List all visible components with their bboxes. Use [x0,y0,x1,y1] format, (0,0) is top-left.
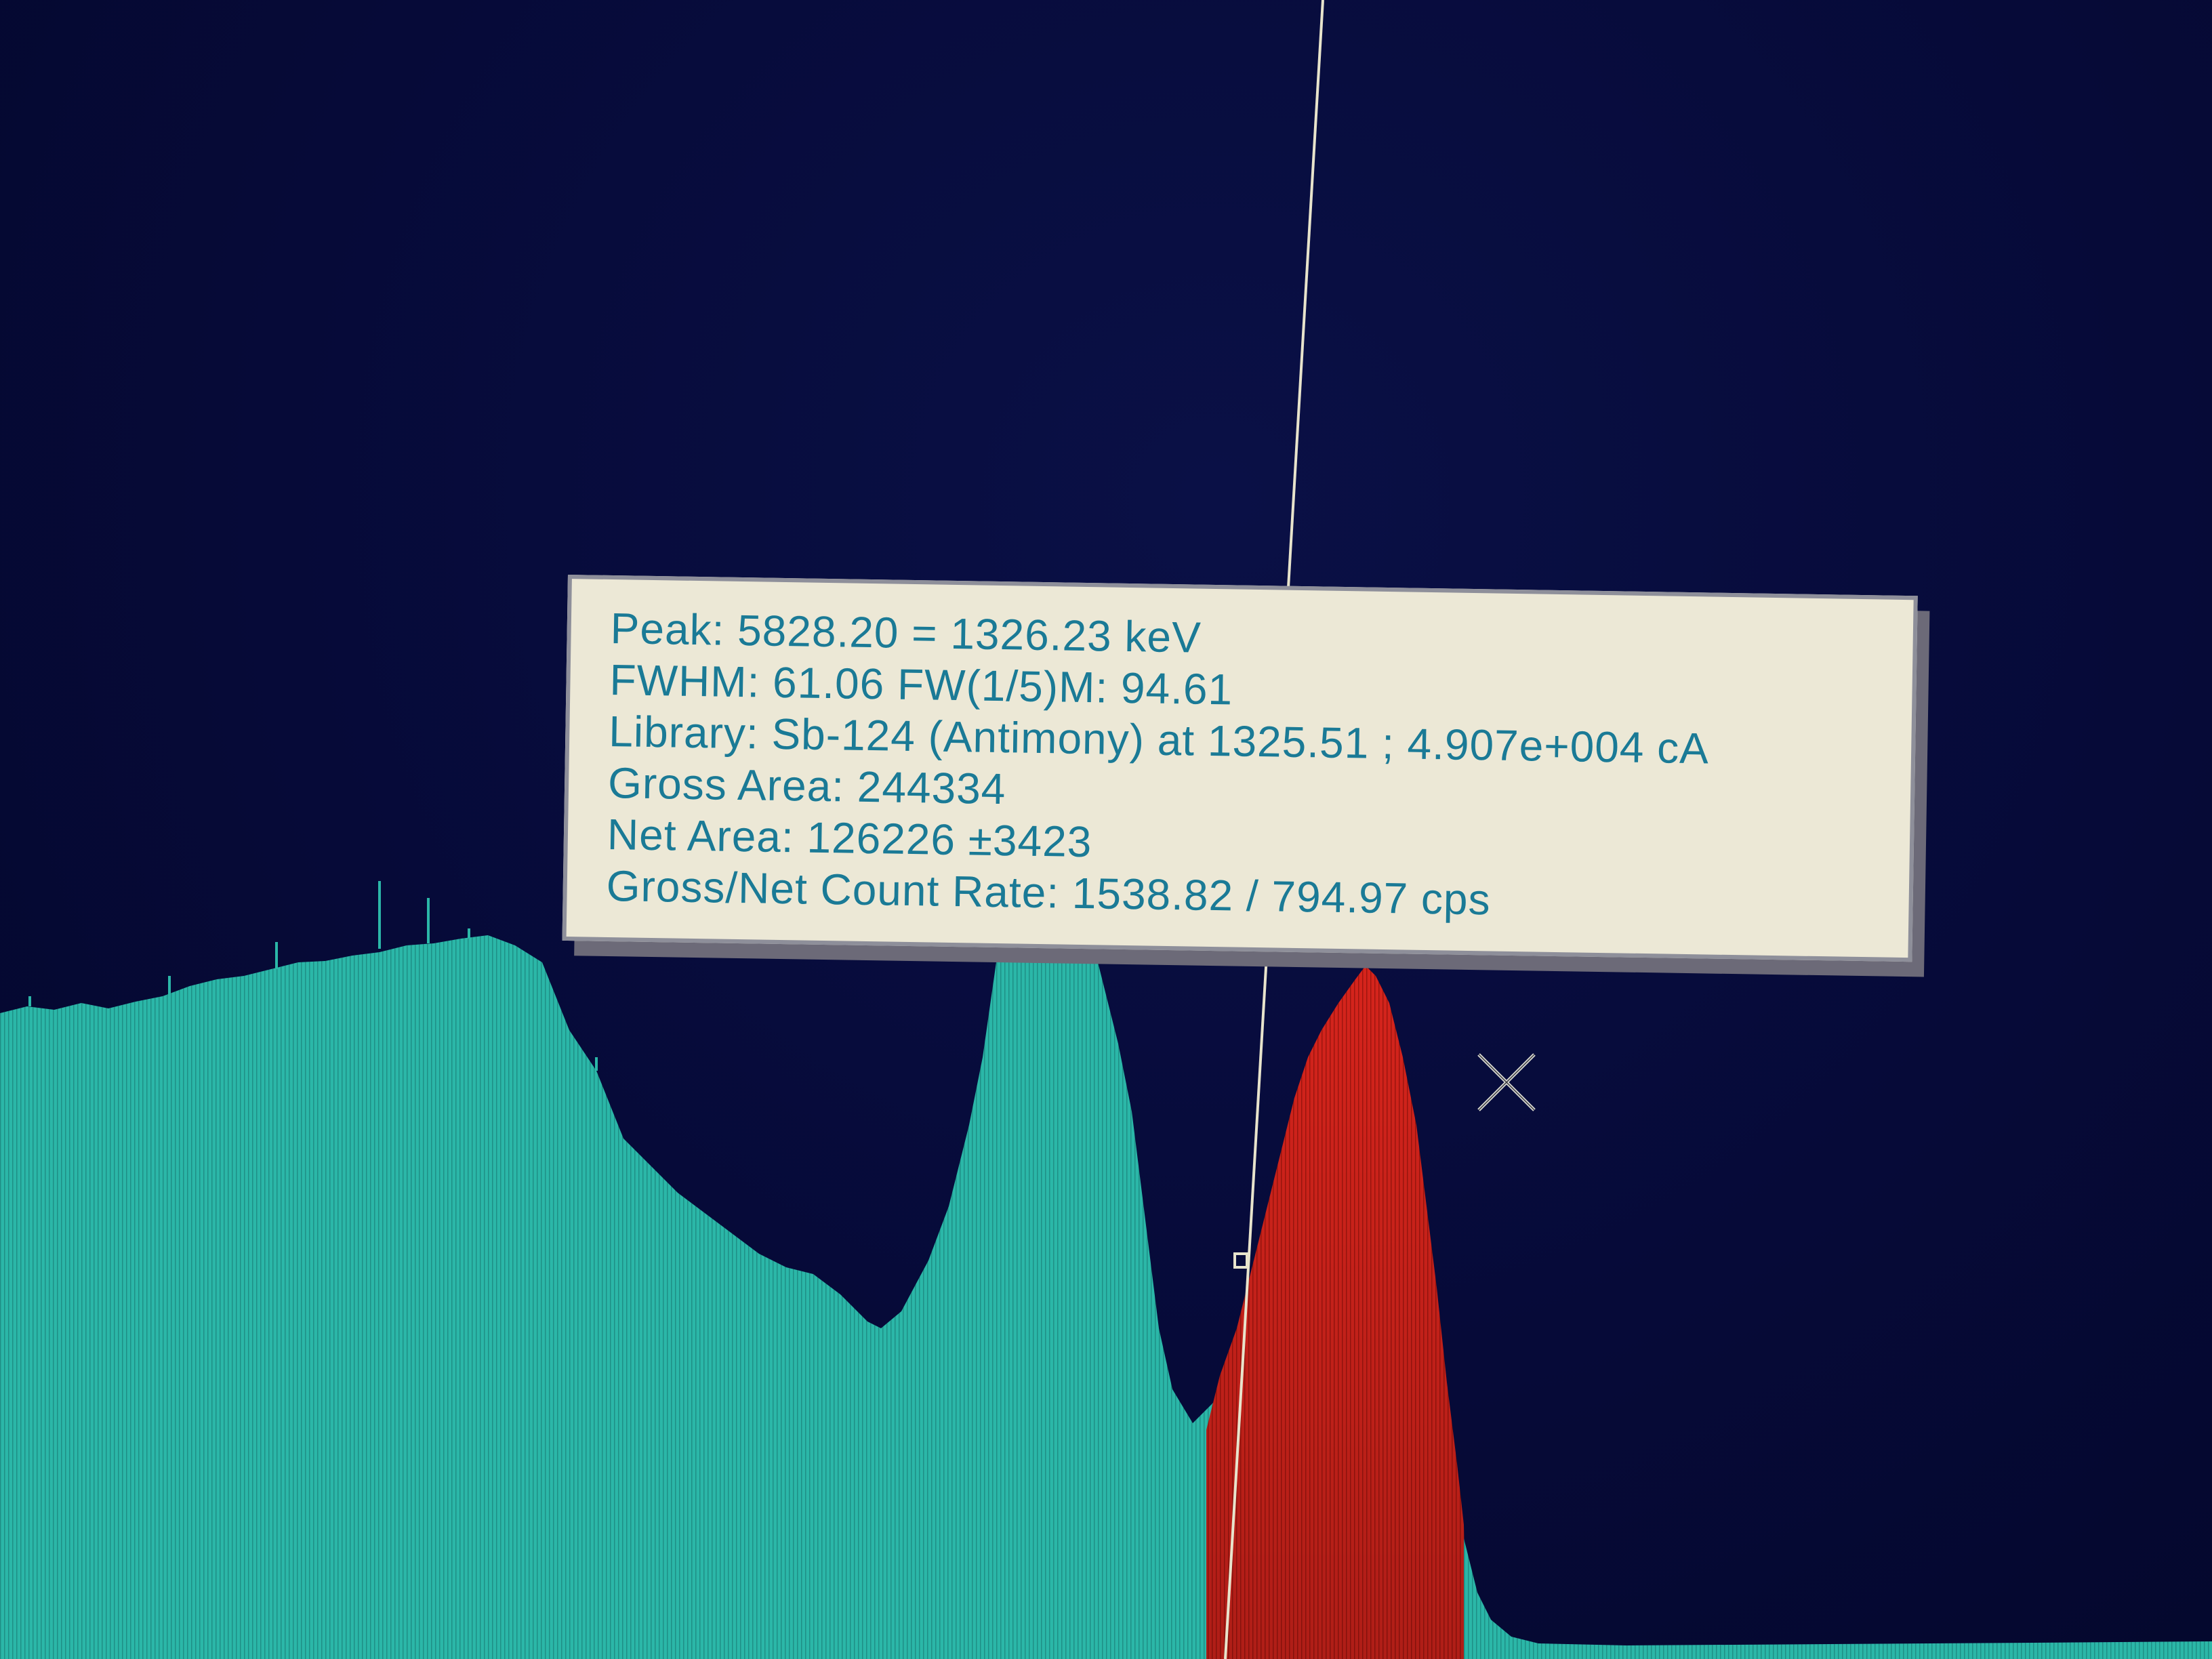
spectrum-continuum [0,935,1220,1659]
crosshair-x-icon[interactable] [1476,1052,1537,1113]
peak-info-tooltip: Peak: 5828.20 = 1326.23 keV FWHM: 61.06 … [562,575,1918,962]
spectrum-display[interactable]: Peak: 5828.20 = 1326.23 keV FWHM: 61.06 … [0,0,2212,1659]
cursor-handle-icon[interactable] [1233,1252,1248,1269]
spectrum-tail [1464,1538,2212,1659]
